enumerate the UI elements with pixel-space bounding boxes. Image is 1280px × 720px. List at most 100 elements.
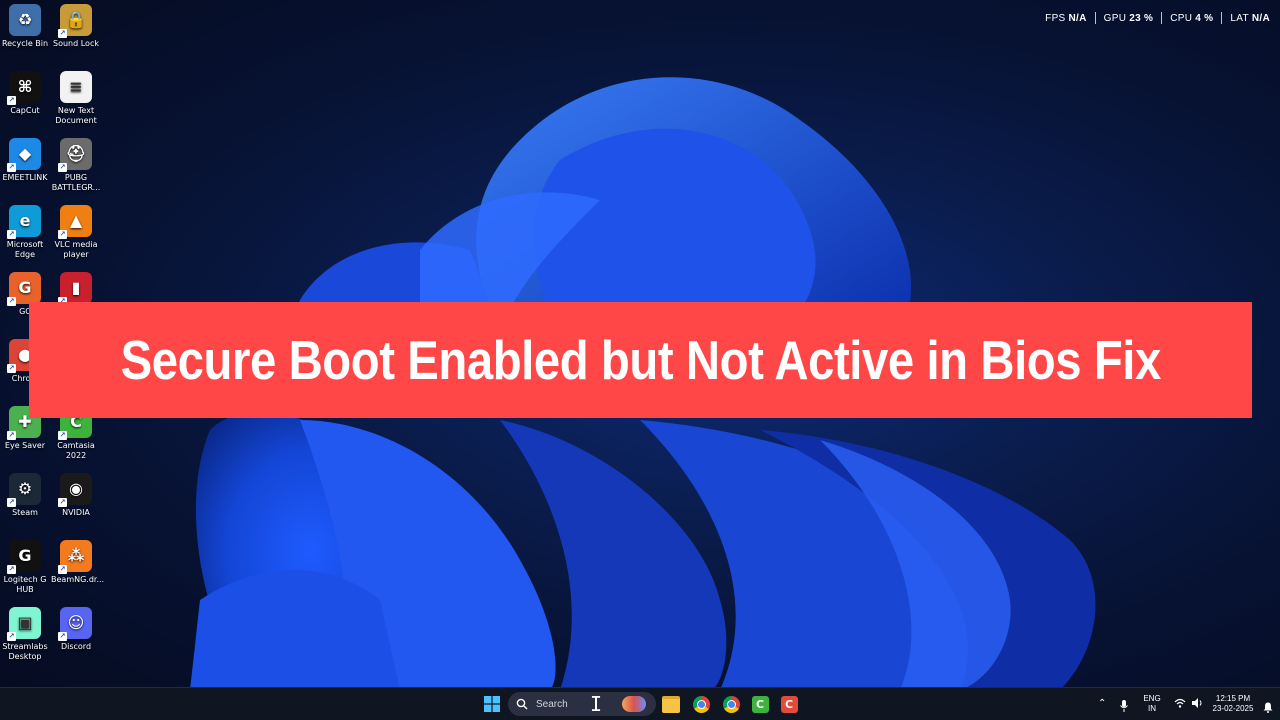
discord-icon: ☺ ↗ — [58, 607, 92, 641]
taskbar-recorder[interactable]: C — [778, 693, 800, 715]
shortcut-arrow-icon: ↗ — [58, 163, 67, 172]
banner-title: Secure Boot Enabled but Not Active in Bi… — [120, 329, 1161, 391]
gpu-readout: GPU 23 % — [1103, 12, 1154, 24]
shortcut-arrow-icon: ↗ — [7, 364, 16, 373]
taskbar-camtasia[interactable]: C — [749, 693, 771, 715]
logitech-g-icon: G ↗ — [7, 540, 41, 574]
desktop-icon[interactable]: 🔒 ↗ Sound Lock — [51, 4, 101, 49]
shortcut-arrow-icon: ↗ — [58, 431, 67, 440]
desktop-icon[interactable]: ▲ ↗ VLC media player — [51, 205, 101, 260]
taskbar-search[interactable]: I — [508, 692, 656, 716]
shortcut-arrow-icon: ↗ — [58, 498, 67, 507]
desktop-icon[interactable]: ⚙ ↗ Steam — [0, 473, 50, 518]
chrome-icon — [692, 695, 710, 713]
edge-icon: e ↗ — [7, 205, 41, 239]
clock-time: 12:15 PM — [1215, 694, 1251, 703]
desktop-icon[interactable]: G ↗ Logitech G HUB — [0, 540, 50, 595]
system-tray: ⌃ ENG IN 12:15 PM 23-02-2025 — [1090, 688, 1280, 720]
clock-date: 23-02-2025 — [1212, 704, 1254, 713]
shortcut-arrow-icon: ↗ — [7, 498, 16, 507]
language-indicator[interactable]: ENG IN — [1140, 694, 1164, 714]
fps-readout: FPS N/A — [1045, 12, 1087, 24]
shortcut-arrow-icon: ↗ — [7, 230, 16, 239]
network-volume-button[interactable] — [1174, 698, 1203, 708]
notification-button[interactable] — [1263, 698, 1273, 717]
desktop-icon[interactable]: e ↗ Microsoft Edge — [0, 205, 50, 260]
taskbar-chrome[interactable] — [690, 693, 712, 715]
latency-readout: LAT N/A — [1230, 12, 1270, 24]
desktop-icon-label: BeamNG.dr... — [51, 575, 105, 584]
desktop-icon-label: EMEETLINK — [2, 173, 48, 182]
desktop-icon[interactable]: ⛑ ↗ PUBG BATTLEGR... — [51, 138, 101, 193]
desktop-icon-label: VLC media player — [54, 240, 98, 259]
pubg-icon: ⛑ ↗ — [58, 138, 92, 172]
shortcut-arrow-icon: ↗ — [7, 96, 16, 105]
desktop-icon-label: CapCut — [10, 106, 40, 115]
taskbar-file-explorer[interactable] — [660, 693, 682, 715]
recycle-bin-icon: ♻ — [9, 4, 41, 36]
file-explorer-icon — [662, 695, 680, 713]
show-hidden-icons-button[interactable]: ⌃ — [1098, 698, 1106, 709]
language-code: ENG — [1143, 694, 1161, 703]
desktop-icon-label: Logitech G HUB — [3, 575, 47, 594]
shortcut-arrow-icon: ↗ — [58, 230, 67, 239]
desktop-icon[interactable]: ⁂ ↗ BeamNG.dr... — [51, 540, 105, 585]
desktop-icon-label: NVIDIA — [62, 508, 90, 517]
windows-start-icon — [484, 696, 500, 712]
desktop-icon-label: Recycle Bin — [1, 39, 49, 48]
camtasia-icon: C — [751, 695, 769, 713]
desktop-icon-label: New Text Document — [55, 106, 97, 125]
desktop-icon[interactable]: ▣ ↗ Streamlabs Desktop — [0, 607, 50, 662]
desktop-icon-label: Sound Lock — [53, 39, 99, 48]
divider — [1221, 12, 1223, 24]
shortcut-arrow-icon: ↗ — [7, 163, 16, 172]
shortcut-arrow-icon: ↗ — [7, 431, 16, 440]
copilot-icon[interactable] — [622, 696, 646, 712]
desktop-icon[interactable]: ♻ Recycle Bin — [0, 4, 50, 49]
search-icon — [516, 698, 528, 710]
desktop-icon[interactable]: ⌘ ↗ CapCut — [0, 71, 50, 116]
chrome-profile-icon — [722, 695, 740, 713]
shortcut-arrow-icon: ↗ — [7, 632, 16, 641]
taskbar: I C C ⌃ ENG IN — [0, 687, 1280, 720]
divider — [1161, 12, 1163, 24]
emeetlink-icon: ◆ ↗ — [7, 138, 41, 172]
desktop-icon-label: Microsoft Edge — [6, 240, 44, 259]
desktop-icon[interactable]: ◉ ↗ NVIDIA — [51, 473, 101, 518]
text-cursor-icon: I — [590, 692, 603, 716]
desktop-icon[interactable]: ☺ ↗ Discord — [51, 607, 101, 652]
microphone-button[interactable] — [1120, 697, 1128, 716]
search-input[interactable] — [534, 697, 618, 711]
desktop-icon-label: Steam — [12, 508, 38, 517]
text-document-icon: ≡ — [60, 71, 92, 103]
capcut-recorder-icon: C — [780, 695, 798, 713]
lock-icon: 🔒 ↗ — [58, 4, 92, 38]
taskbar-chrome-profile[interactable] — [720, 693, 742, 715]
desktop-icon[interactable]: ≡ New Text Document — [51, 71, 101, 126]
region-code: IN — [1148, 704, 1156, 713]
desktop-icon-label: Eye Saver — [4, 441, 46, 450]
nvidia-icon: ◉ ↗ — [58, 473, 92, 507]
desktop-icon-label: PUBG BATTLEGR... — [51, 173, 101, 192]
desktop-icon-label: Streamlabs Desktop — [2, 642, 48, 661]
volume-icon — [1192, 698, 1202, 708]
desktop-icon[interactable]: ◆ ↗ EMEETLINK — [0, 138, 50, 183]
beamng-icon: ⁂ ↗ — [58, 540, 92, 574]
cpu-readout: CPU 4 % — [1170, 12, 1214, 24]
wifi-icon — [1174, 698, 1186, 708]
gc-icon: G ↗ — [7, 272, 41, 306]
microphone-icon — [1120, 700, 1128, 712]
steam-icon: ⚙ ↗ — [7, 473, 41, 507]
red-app-icon: ▮ ↗ — [58, 272, 92, 306]
start-button[interactable] — [481, 693, 503, 715]
desktop-icon-label: Discord — [60, 642, 92, 651]
streamlabs-icon: ▣ ↗ — [7, 607, 41, 641]
shortcut-arrow-icon: ↗ — [58, 29, 67, 38]
shortcut-arrow-icon: ↗ — [7, 565, 16, 574]
chevron-up-icon: ⌃ — [1098, 698, 1107, 709]
divider — [1094, 12, 1096, 24]
shortcut-arrow-icon: ↗ — [7, 297, 16, 306]
shortcut-arrow-icon: ↗ — [58, 632, 67, 641]
clock[interactable]: 12:15 PM 23-02-2025 — [1208, 694, 1258, 714]
title-banner: Secure Boot Enabled but Not Active in Bi… — [29, 302, 1252, 418]
